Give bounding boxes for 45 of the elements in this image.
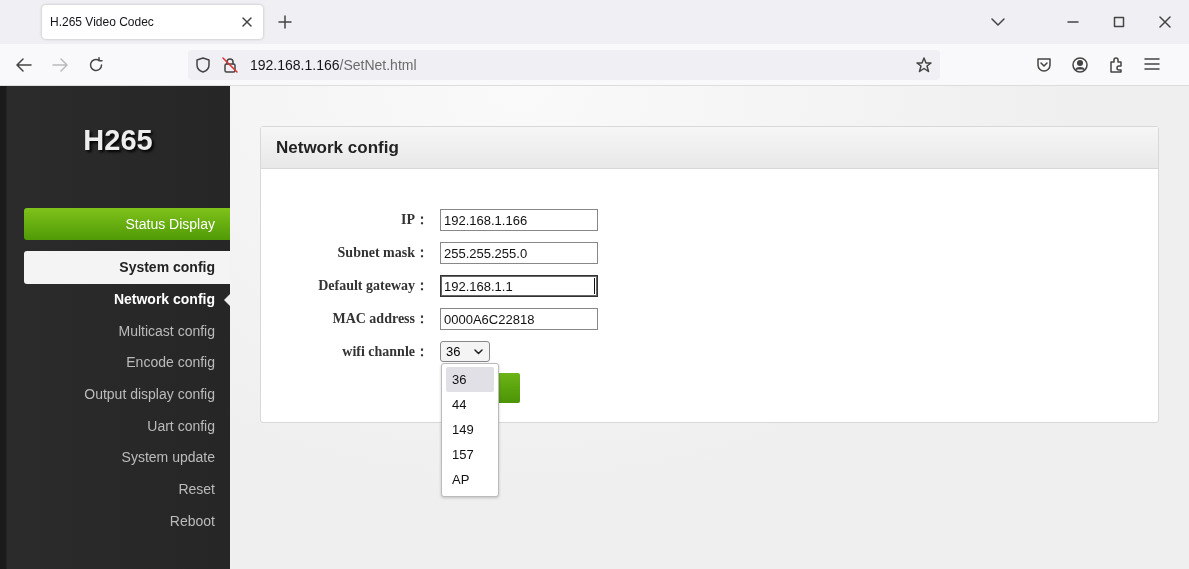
input-field[interactable]: 192.168.1.166 <box>440 209 598 231</box>
close-icon[interactable] <box>241 16 253 28</box>
field-label: Default gateway： <box>317 277 429 295</box>
url-text: 192.168.1.166/SetNet.html <box>250 56 417 73</box>
dropdown-option[interactable]: 36 <box>446 367 494 392</box>
sidebar-link[interactable]: Output display config <box>0 379 230 411</box>
dropdown-option[interactable]: 157 <box>446 442 494 467</box>
bookmark-star-icon[interactable] <box>916 56 932 73</box>
close-icon[interactable] <box>1159 16 1171 28</box>
channel-select[interactable]: 36 <box>440 341 490 362</box>
pocket-icon[interactable] <box>1036 56 1052 73</box>
sidebar-link[interactable]: System update <box>0 442 230 475</box>
panel-title: Network config <box>261 127 1158 169</box>
shield-icon <box>196 56 210 73</box>
sidebar-heading[interactable]: System config <box>24 251 230 284</box>
dropdown-option[interactable]: 149 <box>446 417 494 442</box>
sidebar-link[interactable]: Reboot <box>0 505 230 538</box>
new-tab-icon[interactable] <box>278 15 292 29</box>
field-label: wifi channle： <box>341 343 429 361</box>
field-label: MAC address： <box>331 310 429 328</box>
input-field[interactable]: 192.168.1.1 <box>440 275 598 297</box>
address-bar[interactable]: 192.168.1.166/SetNet.html <box>188 49 940 80</box>
field-label: IP： <box>400 211 429 229</box>
back-icon[interactable] <box>16 57 32 72</box>
account-icon[interactable] <box>1072 56 1088 73</box>
sidebar-link[interactable]: Uart config <box>0 410 230 443</box>
input-field[interactable]: 255.255.255.0 <box>440 242 598 264</box>
field-label: Subnet mask： <box>336 244 429 262</box>
lock-icon <box>222 56 238 73</box>
tab-title: H.265 Video Codec <box>50 15 155 29</box>
forward-icon <box>52 57 68 72</box>
extensions-icon[interactable] <box>1108 56 1124 73</box>
input-field[interactable]: 0000A6C22818 <box>440 308 598 330</box>
maximize-icon[interactable] <box>1113 16 1125 28</box>
chevron-down-icon[interactable] <box>991 17 1005 27</box>
dropdown-option[interactable]: AP <box>446 467 494 492</box>
sidebar-link[interactable]: Encode config <box>0 347 230 380</box>
menu-icon[interactable] <box>1144 56 1160 71</box>
browser-tab[interactable]: H.265 Video Codec <box>42 5 263 39</box>
reload-icon[interactable] <box>88 56 104 73</box>
chevron-down-icon <box>474 348 483 355</box>
dropdown-option[interactable]: 44 <box>446 392 494 417</box>
logo: H265 <box>82 124 153 157</box>
sidebar-link[interactable]: Multicast config <box>0 315 230 348</box>
sidebar-link[interactable]: Reset <box>0 474 230 506</box>
